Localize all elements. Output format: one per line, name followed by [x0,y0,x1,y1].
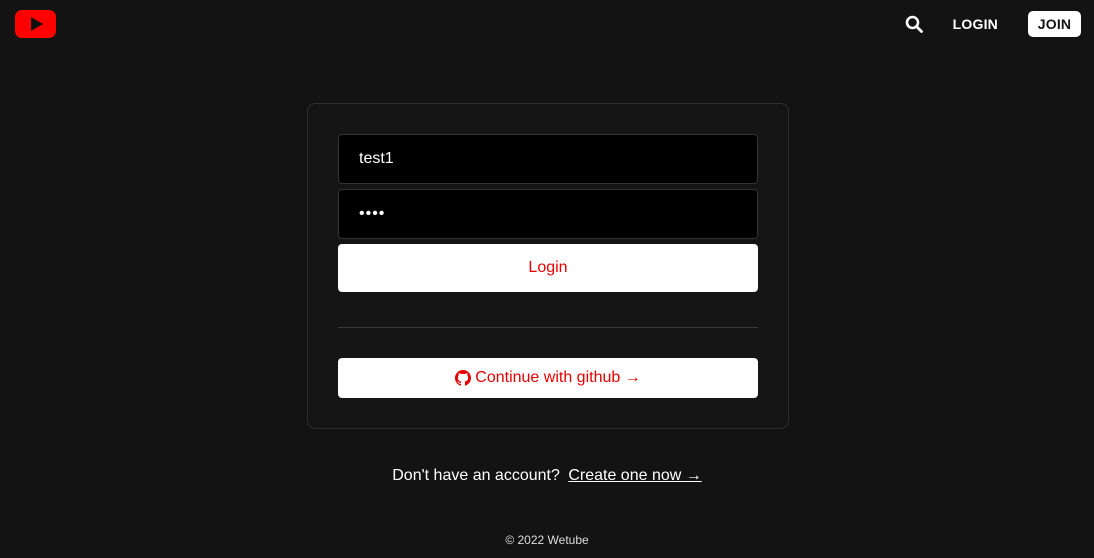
github-login-button[interactable]: Continue with github → [338,358,758,398]
search-icon[interactable] [905,15,923,33]
login-button[interactable]: Login [338,244,758,292]
password-input[interactable] [338,189,758,239]
github-button-label: Continue with github → [475,369,641,386]
form-divider [338,327,758,328]
site-header: LOGIN JOIN [0,0,1094,48]
header-nav: LOGIN JOIN [905,11,1081,37]
nav-join-button[interactable]: JOIN [1028,11,1081,37]
copyright-text: © 2022 Wetube [505,533,589,547]
home-logo[interactable] [15,10,56,38]
username-input[interactable] [338,134,758,184]
play-icon [30,17,43,31]
create-account-link[interactable]: Create one now → [568,467,701,484]
signup-text: Don't have an account? [392,467,560,484]
site-footer: © 2022 Wetube [0,533,1094,547]
login-form-card: Login Continue with github → [307,103,789,429]
signup-prompt: Don't have an account? Create one now → [0,467,1094,485]
nav-login-link[interactable]: LOGIN [953,16,998,32]
github-icon [455,370,472,386]
